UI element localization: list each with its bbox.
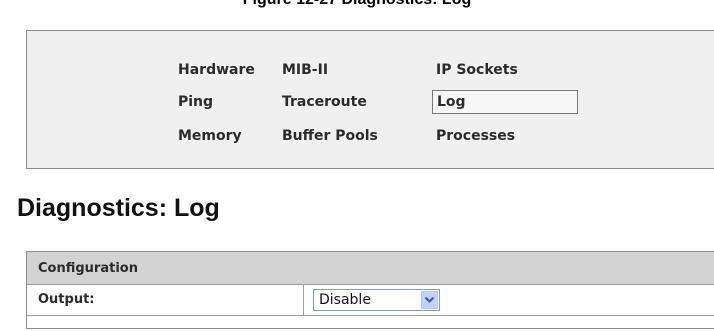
output-select-value: Disable (319, 292, 371, 308)
column-divider (303, 285, 304, 315)
page-title: Diagnostics: Log (17, 194, 220, 222)
nav-mib-ii[interactable]: MIB-II (280, 58, 328, 82)
configuration-table: Configuration Output: Disable (26, 251, 714, 329)
nav-ping[interactable]: Ping (176, 90, 213, 114)
output-label: Output: (38, 292, 95, 307)
nav-buffer-pools[interactable]: Buffer Pools (280, 124, 378, 148)
diagnostics-nav-panel: Hardware MIB-II IP Sockets Ping Tracerou… (26, 30, 714, 169)
chevron-down-icon[interactable] (421, 291, 438, 309)
output-row: Output: Disable (27, 285, 714, 328)
nav-traceroute[interactable]: Traceroute (280, 90, 367, 114)
nav-processes[interactable]: Processes (434, 124, 515, 148)
nav-ip-sockets[interactable]: IP Sockets (434, 58, 518, 82)
figure-caption: Figure 12-27 Diagnostics: Log (0, 0, 714, 11)
row-divider (27, 315, 714, 316)
output-select[interactable]: Disable (313, 289, 440, 311)
nav-memory[interactable]: Memory (176, 124, 242, 148)
configuration-header: Configuration (27, 252, 714, 285)
nav-log[interactable]: Log (432, 90, 578, 114)
nav-hardware[interactable]: Hardware (176, 58, 255, 82)
configuration-header-label: Configuration (38, 261, 138, 276)
